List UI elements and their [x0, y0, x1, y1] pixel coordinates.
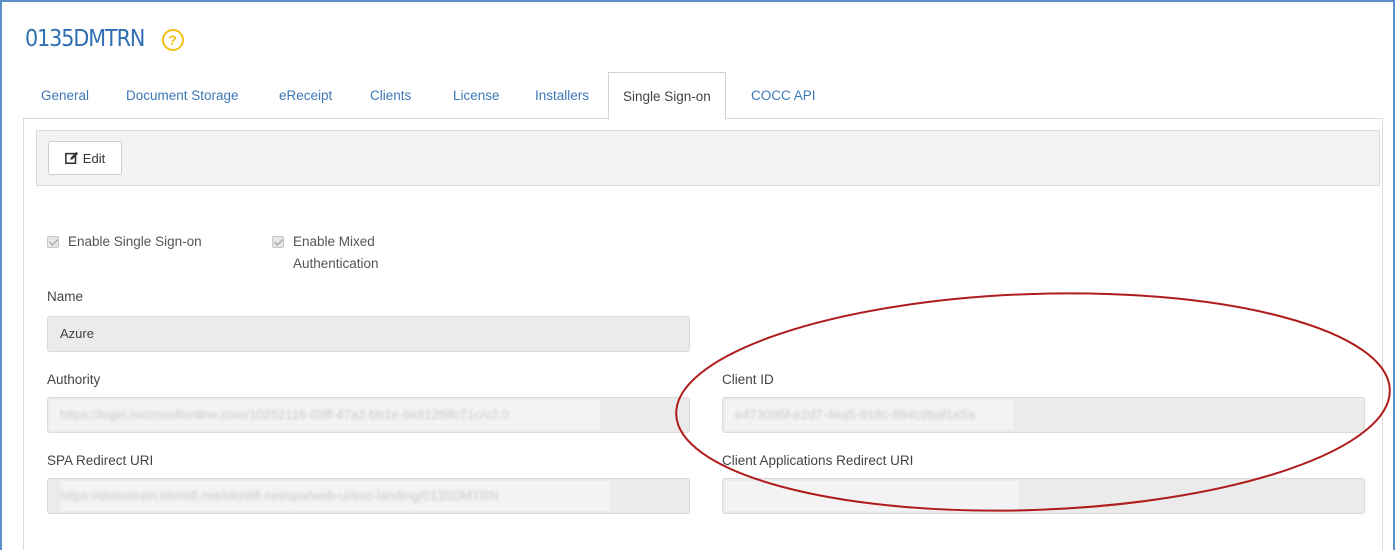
- enable-mixed-auth-checkbox[interactable]: Enable Mixed Authentication: [272, 231, 379, 275]
- enable-mixed-auth-label: Enable Mixed Authentication: [293, 231, 379, 275]
- edit-button-label: Edit: [82, 150, 106, 166]
- edit-icon: [64, 151, 78, 165]
- question-circle-icon[interactable]: ?: [161, 29, 184, 51]
- tab-general[interactable]: General: [41, 72, 89, 119]
- name-field[interactable]: Azure: [47, 316, 690, 352]
- spa-redirect-value: https://demotrain.identifi.net/identifi.…: [60, 488, 499, 503]
- name-value: Azure: [60, 326, 94, 341]
- authority-label: Authority: [47, 372, 101, 387]
- tab-ereceipt[interactable]: eReceipt: [279, 72, 332, 119]
- enable-mixed-auth-label-line2: Authentication: [293, 256, 379, 271]
- tab-cocc-api[interactable]: COCC API: [751, 72, 816, 119]
- authority-field[interactable]: https://login.microsoftonline.com/102521…: [47, 397, 690, 433]
- page-header: 0135DMTRN ?: [25, 22, 184, 56]
- tab-installers[interactable]: Installers: [535, 72, 589, 119]
- redaction-block: [725, 481, 1019, 511]
- tab-bar: General Document Storage eReceipt Client…: [23, 72, 1383, 120]
- name-label: Name: [47, 289, 84, 304]
- edit-button[interactable]: Edit: [48, 141, 122, 175]
- client-apps-redirect-label: Client Applications Redirect URI: [722, 453, 914, 468]
- enable-sso-checkbox[interactable]: Enable Single Sign-on: [47, 231, 202, 253]
- tab-clients[interactable]: Clients: [370, 72, 411, 119]
- spa-redirect-field[interactable]: https://demotrain.identifi.net/identifi.…: [47, 478, 690, 514]
- authority-value: https://login.microsoftonline.com/102521…: [60, 407, 510, 422]
- client-id-label: Client ID: [722, 372, 774, 387]
- page-title: 0135DMTRN: [25, 26, 145, 52]
- toolbar: Edit: [36, 130, 1380, 186]
- enable-sso-label: Enable Single Sign-on: [68, 234, 202, 249]
- client-id-value: e473095f-e2d7-4ea5-918c-894c9baf1e5a: [735, 407, 975, 422]
- enable-mixed-auth-label-line1: Enable Mixed: [293, 234, 375, 249]
- checkbox-checked: [47, 236, 59, 248]
- client-apps-redirect-field[interactable]: [722, 478, 1365, 514]
- tab-document-storage[interactable]: Document Storage: [126, 72, 239, 119]
- spa-redirect-label: SPA Redirect URI: [47, 453, 154, 468]
- checkbox-checked: [272, 236, 284, 248]
- client-id-field[interactable]: e473095f-e2d7-4ea5-918c-894c9baf1e5a: [722, 397, 1365, 433]
- tab-single-sign-on[interactable]: Single Sign-on: [608, 72, 726, 120]
- tab-license[interactable]: License: [453, 72, 500, 119]
